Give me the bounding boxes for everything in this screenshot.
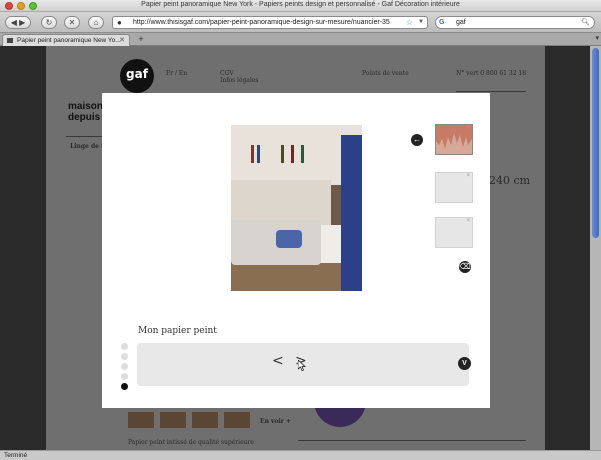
wallpaper-thumb-1[interactable]: ×	[435, 124, 473, 155]
book	[251, 145, 254, 163]
divider	[298, 440, 526, 441]
reload-icon: ↻	[45, 18, 53, 27]
favicon-icon	[7, 38, 13, 43]
forward-arrow-icon[interactable]: ▶	[19, 18, 25, 27]
lang-switch[interactable]: Fr / En	[166, 70, 187, 77]
thumb-close-icon[interactable]: ×	[466, 173, 470, 179]
brand-line1: maison	[68, 101, 104, 112]
vertical-scrollbar[interactable]	[590, 46, 601, 450]
book	[301, 145, 304, 163]
size-text: 240 cm	[489, 174, 531, 187]
product-description: Papier peint intissé de qualité supérieu…	[128, 439, 254, 446]
thumbnail[interactable]	[128, 412, 154, 428]
status-bar: Terminé	[0, 450, 601, 460]
points-vente-link[interactable]: Points de vente	[362, 70, 409, 77]
pagination-dots	[121, 343, 128, 393]
thumb-close-icon[interactable]: ×	[466, 218, 470, 224]
home-icon: ⌂	[93, 18, 99, 27]
wallpaper-selector: < > V	[137, 343, 471, 386]
stop-icon: ✕	[68, 18, 76, 27]
address-bar[interactable]: ● http://www.thisisgaf.com/papier-peint-…	[112, 16, 428, 29]
window-title: Papier peint panoramique New York - Papi…	[141, 1, 460, 8]
pagination-dot[interactable]	[121, 373, 128, 380]
tab-label: Papier peint panoramique New Yo...	[17, 37, 121, 44]
title-bar: Papier peint panoramique New York - Papi…	[0, 0, 601, 12]
prev-button[interactable]: <	[272, 353, 284, 369]
site-icon: ●	[117, 18, 122, 27]
thumbnail[interactable]	[160, 412, 186, 428]
search-input[interactable]: gaf	[456, 19, 466, 26]
divider	[456, 91, 526, 92]
bookmark-star-icon[interactable]: ☆	[406, 17, 413, 28]
room-preview-image	[231, 125, 362, 291]
browser-toolbar: ◀ ▶ ↻ ✕ ⌂ ● http://www.thisisgaf.com/pap…	[0, 12, 601, 33]
back-arrow-icon[interactable]: ◀	[11, 18, 17, 27]
search-box[interactable]: G gaf 🔍︎	[435, 16, 595, 29]
pagination-dot[interactable]	[121, 353, 128, 360]
cushion	[276, 230, 302, 248]
pagination-dot[interactable]	[121, 343, 128, 350]
search-icon[interactable]: 🔍︎	[581, 17, 590, 28]
thumb-close-icon[interactable]: ×	[466, 125, 470, 131]
wallpaper-thumb-2[interactable]: ×	[435, 172, 473, 203]
phone-number: N° vert 0 800 61 32 18	[456, 70, 527, 77]
tab-close-icon[interactable]: ✕	[119, 35, 125, 46]
tab-active[interactable]: Papier peint panoramique New Yo... ✕	[2, 34, 130, 46]
thumbnail[interactable]	[192, 412, 218, 428]
wallpaper-thumb-3[interactable]: ×	[435, 217, 473, 248]
url-text[interactable]: http://www.thisisgaf.com/papier-peint-pa…	[133, 19, 390, 26]
arrow-left-icon[interactable]: ←	[411, 134, 423, 146]
en-voir-link[interactable]: En voir +	[260, 418, 291, 425]
book	[291, 145, 294, 163]
home-button[interactable]: ⌂	[88, 16, 104, 29]
tab-bar: Papier peint panoramique New Yo... ✕ + ▾	[0, 33, 601, 46]
cgv-link[interactable]: CGV	[220, 70, 234, 77]
google-icon[interactable]: G	[439, 18, 449, 27]
pagination-dot[interactable]	[121, 363, 128, 370]
trash-icon[interactable]: ⌫	[459, 261, 471, 273]
brand-line2: depuis	[68, 112, 101, 123]
section-title: Mon papier peint	[138, 326, 217, 336]
new-tab-button[interactable]: +	[134, 34, 148, 45]
back-forward-buttons[interactable]: ◀ ▶	[5, 16, 31, 29]
stop-button[interactable]: ✕	[64, 16, 80, 29]
validate-button[interactable]: V	[458, 357, 471, 370]
mouse-cursor-icon	[298, 360, 306, 371]
pagination-dot-active[interactable]	[121, 383, 128, 390]
scrollbar-thumb[interactable]	[592, 48, 599, 238]
reload-button[interactable]: ↻	[41, 16, 57, 29]
tab-list-icon[interactable]: ▾	[595, 34, 599, 42]
book	[281, 145, 284, 163]
url-dropdown-icon[interactable]: ▼	[418, 17, 424, 28]
gaf-logo[interactable]: gaf	[120, 59, 154, 93]
curtain	[341, 135, 362, 291]
infos-link[interactable]: Infos légales	[220, 77, 259, 84]
product-thumbnails	[128, 412, 256, 433]
thumbnail[interactable]	[224, 412, 250, 428]
book	[257, 145, 260, 163]
wallpaper-modal: ← × × × ⌫ Mon papier peint < > V	[102, 93, 490, 408]
